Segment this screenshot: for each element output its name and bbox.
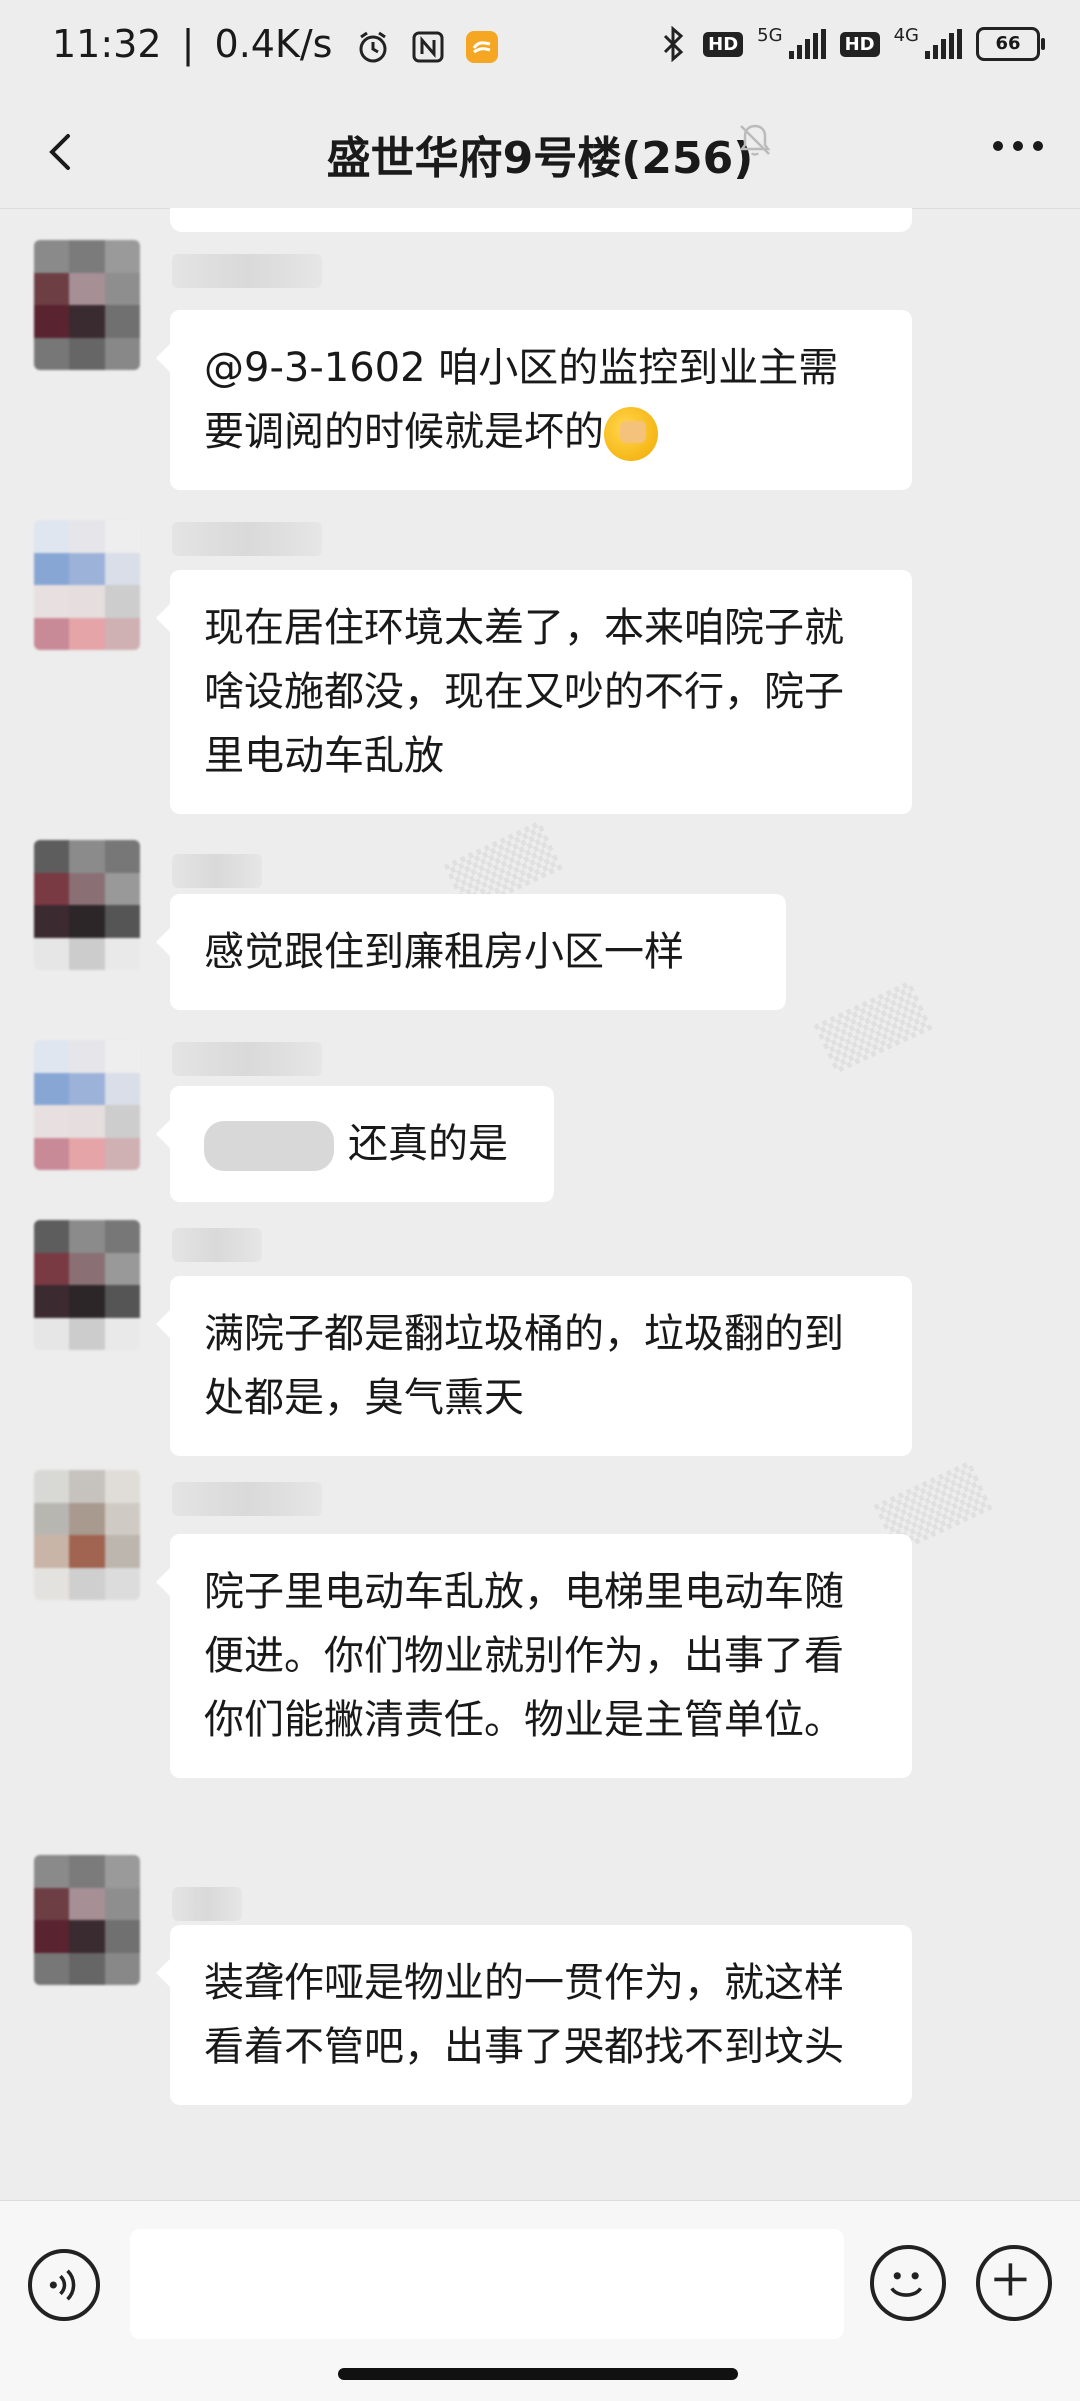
muted-bell-icon (739, 124, 771, 156)
voice-input-icon[interactable] (28, 2249, 100, 2321)
avatar[interactable] (34, 1855, 140, 1985)
chat-header: 盛世华府9号楼(256) (0, 100, 1080, 209)
avatar[interactable] (34, 1220, 140, 1350)
message-bubble[interactable]: 还真的是 (156, 1086, 554, 1202)
network-4g: 4G (893, 24, 919, 46)
message-text: 满院子都是翻垃圾桶的，垃圾翻的到处都是，臭气熏天 (204, 1311, 844, 1421)
sender-name-blurred (172, 1228, 262, 1262)
message-text: 现在居住环境太差了，本来咱院子就啥设施都没，现在又吵的不行，院子里电动车乱放 (204, 605, 844, 779)
clock-text: 11:32 (52, 22, 162, 66)
message-text: 还真的是 (348, 1121, 508, 1167)
alarm-icon (359, 31, 387, 62)
status-bar: 11:32 | 0.4K/s HD 5G HD 4G 66 (0, 0, 1080, 100)
hd-badge-2: HD (839, 31, 880, 57)
mention-blurred (204, 1121, 334, 1171)
sender-name-blurred (172, 522, 322, 556)
status-icons: HD 5G HD 4G 66 (659, 24, 1045, 62)
signal-icon-2 (925, 29, 962, 59)
sender-name-blurred (172, 1887, 242, 1921)
avatar[interactable] (34, 840, 140, 970)
message-text: 院子里电动车乱放，电梯里电动车随便进。你们物业就别作为，出事了看你们能撇清责任。… (204, 1569, 844, 1743)
network-5g: 5G (757, 24, 783, 46)
watermark: ▒▒▒ (813, 980, 933, 1074)
facepalm-emoji-icon (604, 407, 658, 461)
message-bubble[interactable]: 感觉跟住到廉租房小区一样 (156, 894, 786, 1010)
emoji-icon[interactable] (870, 2245, 946, 2321)
message-text: 装聋作哑是物业的一贯作为，就这样看着不管吧，出事了哭都找不到坟头 (204, 1960, 844, 2070)
add-icon[interactable] (976, 2245, 1052, 2321)
more-options-icon[interactable] (986, 126, 1050, 166)
message-input[interactable] (130, 2229, 844, 2339)
message-bubble[interactable]: 院子里电动车乱放，电梯里电动车随便进。你们物业就别作为，出事了看你们能撇清责任。… (156, 1534, 912, 1778)
message-text: @9-3-1602 咱小区的监控到业主需要调阅的时候就是坏的 (204, 345, 839, 455)
message-text: 感觉跟住到廉租房小区一样 (204, 929, 684, 975)
chat-title: 盛世华府9号楼(256) (326, 133, 754, 184)
net-speed: 0.4K/s (214, 22, 333, 66)
app-notification-icon (465, 30, 498, 63)
message-bubble[interactable]: 现在居住环境太差了，本来咱院子就啥设施都没，现在又吵的不行，院子里电动车乱放 (156, 570, 912, 814)
avatar[interactable] (34, 1470, 140, 1600)
message-bubble[interactable]: 装聋作哑是物业的一贯作为，就这样看着不管吧，出事了哭都找不到坟头 (156, 1925, 912, 2105)
bluetooth-icon (664, 26, 684, 62)
sender-name-blurred (172, 1482, 322, 1516)
avatar[interactable] (34, 1040, 140, 1170)
avatar[interactable] (34, 520, 140, 650)
message-bubble[interactable]: @9-3-1602 咱小区的监控到业主需要调阅的时候就是坏的 (156, 310, 912, 490)
battery-icon: 66 (976, 27, 1045, 61)
home-indicator[interactable] (338, 2368, 738, 2380)
status-time: 11:32 | 0.4K/s (52, 22, 499, 66)
avatar[interactable] (34, 240, 140, 370)
nfc-icon (412, 31, 444, 62)
hd-badge: HD (703, 31, 744, 57)
sender-name-blurred (172, 1042, 322, 1076)
separator: | (181, 22, 195, 66)
sender-name-blurred (172, 854, 262, 888)
message-bubble[interactable]: 满院子都是翻垃圾桶的，垃圾翻的到处都是，臭气熏天 (156, 1276, 912, 1456)
sender-name-blurred (172, 254, 322, 288)
signal-icon (788, 29, 826, 59)
partial-message-bubble (170, 208, 912, 232)
